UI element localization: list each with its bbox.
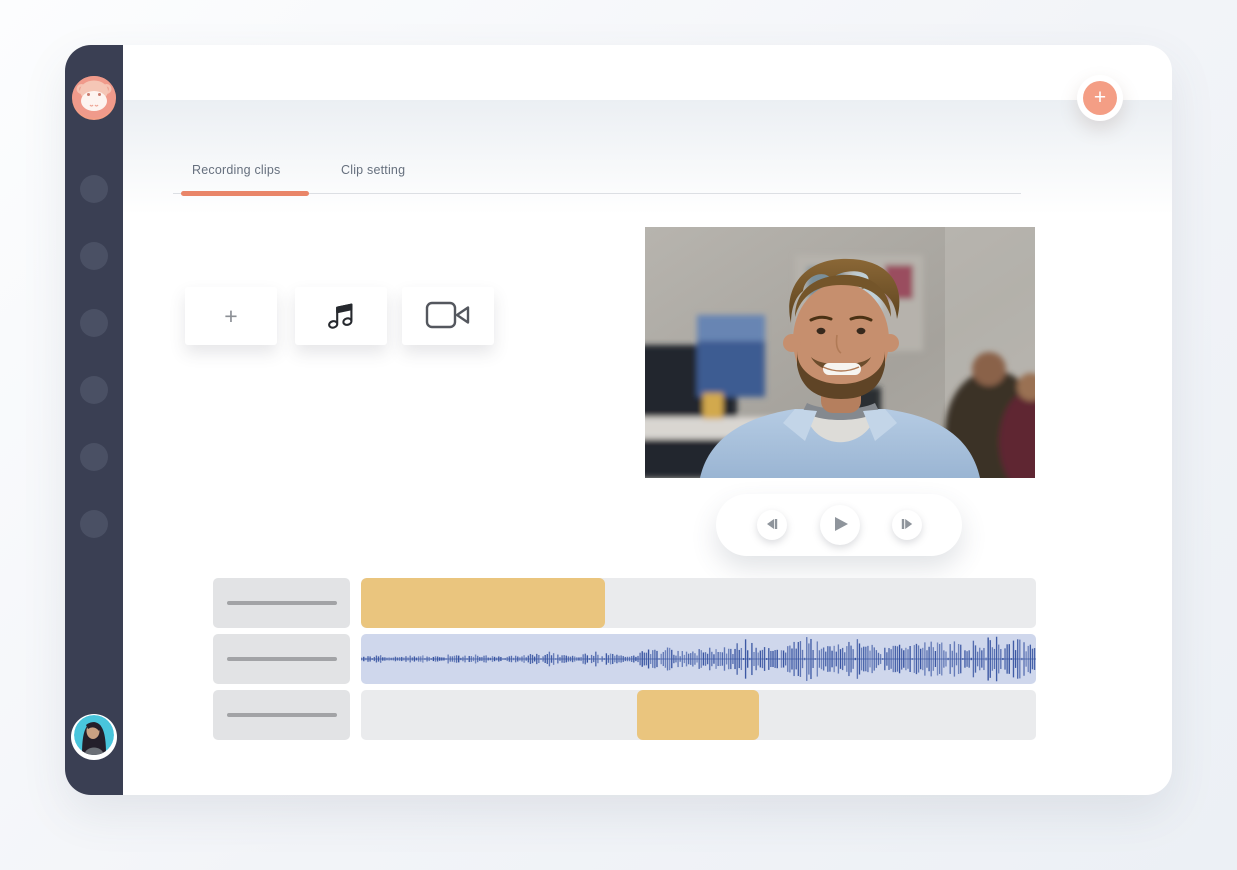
tab-recording-clips[interactable]: Recording clips bbox=[192, 163, 280, 177]
track-label-handle[interactable] bbox=[213, 690, 350, 740]
step-backward-icon bbox=[765, 517, 779, 534]
track-lane[interactable] bbox=[361, 690, 1036, 740]
sidebar bbox=[65, 45, 123, 795]
monkey-mascot-icon bbox=[72, 76, 116, 120]
track-lane[interactable] bbox=[361, 578, 1036, 628]
editor-window: Recording clips Clip setting + bbox=[65, 45, 1172, 795]
active-tab-indicator bbox=[181, 191, 309, 196]
music-note-icon bbox=[325, 299, 357, 334]
fab-halo: + bbox=[1077, 75, 1123, 121]
add-new-button[interactable]: + bbox=[1083, 81, 1117, 115]
add-clip-button[interactable]: + bbox=[185, 287, 277, 345]
add-music-button[interactable] bbox=[295, 287, 387, 345]
timeline-clip[interactable] bbox=[361, 578, 605, 628]
sidebar-nav bbox=[65, 175, 123, 577]
sidebar-nav-placeholder[interactable] bbox=[80, 510, 108, 538]
step-backward-button[interactable] bbox=[757, 510, 787, 540]
track-label-placeholder bbox=[227, 601, 337, 605]
track-label-handle[interactable] bbox=[213, 578, 350, 628]
play-button[interactable] bbox=[820, 505, 860, 545]
sidebar-nav-placeholder[interactable] bbox=[80, 309, 108, 337]
play-icon bbox=[832, 515, 849, 536]
track-label-handle[interactable] bbox=[213, 634, 350, 684]
track-label-placeholder bbox=[227, 713, 337, 717]
playback-controls bbox=[716, 494, 962, 556]
page-background: Recording clips Clip setting + bbox=[0, 0, 1237, 870]
step-forward-button[interactable] bbox=[892, 510, 922, 540]
sidebar-nav-placeholder[interactable] bbox=[80, 175, 108, 203]
sidebar-nav-placeholder[interactable] bbox=[80, 376, 108, 404]
sidebar-nav-placeholder[interactable] bbox=[80, 443, 108, 471]
add-video-button[interactable] bbox=[402, 287, 494, 345]
audio-waveform-clip[interactable] bbox=[361, 634, 1036, 684]
track-label-placeholder bbox=[227, 657, 337, 661]
user-avatar[interactable] bbox=[71, 714, 117, 760]
waveform-graphic bbox=[361, 634, 1036, 684]
plus-icon: + bbox=[224, 305, 237, 328]
tab-clip-setting[interactable]: Clip setting bbox=[341, 163, 405, 177]
sidebar-nav-placeholder[interactable] bbox=[80, 242, 108, 270]
user-avatar-photo bbox=[74, 715, 114, 760]
step-forward-icon bbox=[900, 517, 914, 534]
tab-bar: Recording clips Clip setting bbox=[173, 163, 1021, 197]
timeline-clip[interactable] bbox=[637, 690, 759, 740]
brand-logo[interactable] bbox=[72, 76, 116, 120]
video-preview-image bbox=[645, 227, 1035, 478]
video-camera-icon bbox=[424, 300, 472, 333]
